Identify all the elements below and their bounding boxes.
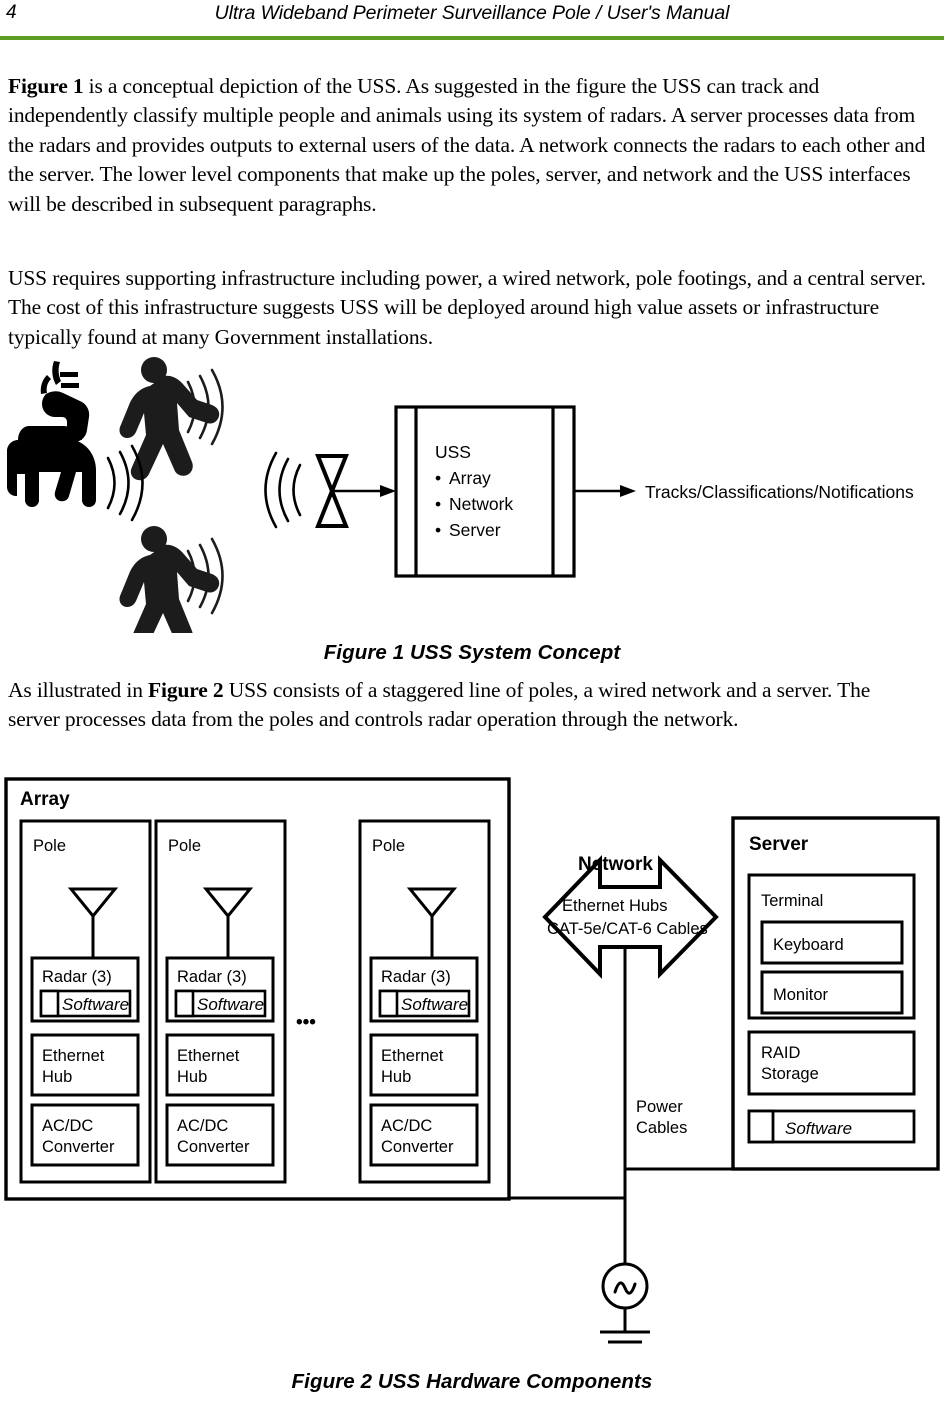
acdc-converter-label-line1: AC/DC: [381, 1117, 432, 1135]
server-software-label: Software: [785, 1119, 852, 1138]
acdc-converter-label-line1: AC/DC: [42, 1117, 93, 1135]
ethernet-hub-box: [30, 1033, 140, 1097]
network-double-arrow: [542, 855, 719, 979]
software-label: Software: [62, 995, 129, 1014]
array-title: Array: [20, 789, 70, 810]
network-line-2: CAT-5e/CAT-6 Cables: [547, 920, 708, 938]
terminal-box: Terminal Keyboard Monitor: [747, 873, 916, 1020]
ac-source-icon: [601, 1262, 649, 1332]
keyboard-label: Keyboard: [773, 936, 844, 954]
walking-person-icon: [119, 357, 220, 481]
power-cables-label-line1: Power: [636, 1098, 683, 1116]
figure-2-reference: Figure 2: [148, 678, 224, 702]
acdc-converter-label-line1: AC/DC: [177, 1117, 228, 1135]
acdc-converter-box: [30, 1103, 140, 1167]
figure-1-caption: Figure 1 USS System Concept: [323, 641, 621, 664]
incoming-radio-waves-icon: [264, 451, 302, 529]
paragraph-2: USS requires supporting infrastructure i…: [8, 266, 926, 349]
ethernet-hub-box: [369, 1033, 479, 1097]
pole-title: Pole: [372, 837, 405, 855]
ethernet-hub-label-line1: Ethernet: [177, 1047, 240, 1065]
pole-title: Pole: [33, 837, 66, 855]
paragraph-1: Figure 1 is a conceptual depiction of th…: [8, 72, 926, 219]
figure-2-uss-hardware-components: Power Cables Array Pole Radar (3) Softwa…: [0, 770, 944, 1360]
page-header: 4 Ultra Wideband Perimeter Surveillance …: [0, 0, 944, 44]
pole-ellipsis: •••: [296, 1012, 316, 1033]
acdc-converter-label-line2: Converter: [42, 1138, 115, 1156]
acdc-converter-box: [369, 1103, 479, 1167]
figure-1-reference: Figure 1: [8, 74, 84, 98]
ethernet-hub-box: [165, 1033, 275, 1097]
ethernet-hub-label-line2: Hub: [177, 1068, 207, 1086]
header-rule: [0, 36, 944, 40]
ethernet-hub-label-line1: Ethernet: [381, 1047, 444, 1065]
uss-output-arrow: [574, 485, 636, 497]
raid-storage-label-line1: RAID: [761, 1044, 801, 1062]
radar-label: Radar (3): [42, 968, 112, 986]
ethernet-hub-label-line2: Hub: [42, 1068, 72, 1086]
acdc-converter-label-line2: Converter: [177, 1138, 250, 1156]
radar-label: Radar (3): [177, 968, 247, 986]
uss-system-box: [394, 405, 576, 578]
document-title: Ultra Wideband Perimeter Surveillance Po…: [214, 2, 730, 24]
ethernet-hub-label-line1: Ethernet: [42, 1047, 105, 1065]
figure-1-uss-system-concept: USS • Array • Network • Server Tracks/Class…: [0, 348, 944, 633]
software-label: Software: [197, 995, 264, 1014]
power-cables-label-line2: Cables: [636, 1119, 687, 1137]
radar-label: Radar (3): [381, 968, 451, 986]
walking-person-icon: [119, 526, 220, 633]
monitor-label: Monitor: [773, 986, 829, 1004]
pole-2: Pole Radar (3) Software Ethernet Hub AC/…: [154, 819, 287, 1184]
raid-storage-box: RAID Storage: [747, 1030, 916, 1096]
server-title: Server: [749, 834, 809, 855]
output-label: Tracks/Classifications/Notifications: [645, 482, 914, 502]
paragraph-1-text: is a conceptual depiction of the USS. As…: [8, 74, 926, 216]
uss-box-title: USS: [435, 442, 471, 462]
paragraph-3: As illustrated in Figure 2 USS consists …: [8, 676, 926, 735]
ethernet-hub-label-line2: Hub: [381, 1068, 411, 1086]
pole-title: Pole: [168, 837, 201, 855]
pole-1: Pole Radar (3) Software Ethernet Hub AC/…: [19, 819, 152, 1184]
radio-waves-icon: [106, 444, 144, 522]
software-label: Software: [401, 995, 468, 1014]
pole-3: Pole Radar (3) Software Ethernet Hub AC/…: [358, 819, 491, 1184]
network-title: Network: [578, 854, 653, 875]
network-line-1: Ethernet Hubs: [562, 897, 667, 915]
ground-icon: [600, 1330, 650, 1344]
figure-2-caption: Figure 2 USS Hardware Components: [291, 1370, 653, 1393]
uss-input-arrow: [332, 485, 396, 497]
raid-storage-label-line2: Storage: [761, 1065, 819, 1083]
paragraph-3-prefix: As illustrated in: [8, 678, 149, 702]
terminal-label: Terminal: [761, 892, 823, 910]
acdc-converter-box: [165, 1103, 275, 1167]
deer-icon: [7, 361, 96, 507]
acdc-converter-label-line2: Converter: [381, 1138, 454, 1156]
